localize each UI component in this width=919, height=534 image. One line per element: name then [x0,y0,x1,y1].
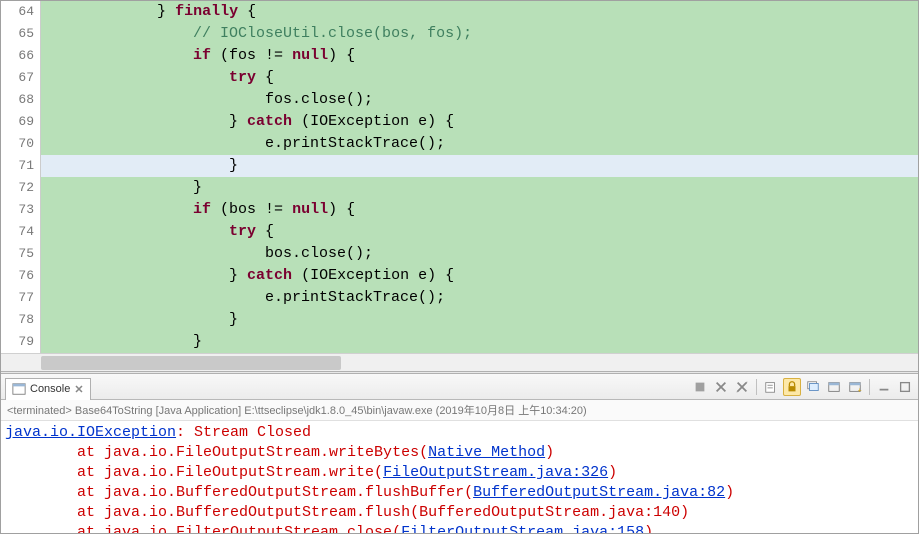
scroll-lock-icon[interactable] [783,378,801,396]
console-tab-label: Console [30,383,70,395]
line-number: 75 [1,243,34,265]
console-line: at java.io.BufferedOutputStream.flushBuf… [5,483,914,503]
console-line: at java.io.FilterOutputStream.close(Filt… [5,523,914,533]
code-line[interactable]: } [41,177,918,199]
stack-trace-link[interactable]: FilterOutputStream.java:158 [401,524,644,533]
console-tab[interactable]: Console ✕ [5,378,91,400]
stack-trace-link[interactable]: Native Method [428,444,545,461]
line-number: 72 [1,177,34,199]
line-number: 65 [1,23,34,45]
stack-trace-link[interactable]: java.io.IOException [5,424,176,441]
line-number: 71 [1,155,34,177]
stack-trace-link[interactable]: FileOutputStream.java:326 [383,464,608,481]
pin-console-icon[interactable] [804,378,822,396]
line-number: 74 [1,221,34,243]
console-output[interactable]: java.io.IOException: Stream Closed at ja… [1,421,918,533]
code-line[interactable]: } [41,155,918,177]
code-line[interactable]: if (bos != null) { [41,199,918,221]
code-line[interactable]: } finally { [41,1,918,23]
code-line[interactable]: try { [41,221,918,243]
clear-console-icon[interactable] [762,378,780,396]
line-number-gutter: 64656667686970717273747576777879 [1,1,41,353]
horizontal-scrollbar[interactable] [1,353,918,371]
code-line[interactable]: e.printStackTrace(); [41,287,918,309]
line-number: 67 [1,67,34,89]
minimize-icon[interactable] [875,378,893,396]
line-number: 64 [1,1,34,23]
line-number: 68 [1,89,34,111]
remove-all-icon[interactable] [712,378,730,396]
maximize-icon[interactable] [896,378,914,396]
svg-text:+: + [858,387,862,394]
line-number: 76 [1,265,34,287]
line-number: 73 [1,199,34,221]
separator [756,379,757,395]
stack-trace-link[interactable]: BufferedOutputStream.java:82 [473,484,725,501]
code-line[interactable]: } catch (IOException e) { [41,265,918,287]
line-number: 79 [1,331,34,353]
console-line: java.io.IOException: Stream Closed [5,423,914,443]
remove-launch-icon[interactable] [733,378,751,396]
code-content[interactable]: } finally { // IOCloseUtil.close(bos, fo… [41,1,918,353]
console-icon [12,382,26,396]
code-line[interactable]: // IOCloseUtil.close(bos, fos); [41,23,918,45]
line-number: 78 [1,309,34,331]
separator [869,379,870,395]
open-console-icon[interactable]: + [846,378,864,396]
code-line[interactable]: } [41,331,918,353]
code-line[interactable]: } [41,309,918,331]
code-line[interactable]: fos.close(); [41,89,918,111]
code-line[interactable]: e.printStackTrace(); [41,133,918,155]
console-line: at java.io.FileOutputStream.write(FileOu… [5,463,914,483]
close-icon[interactable]: ✕ [74,383,83,396]
code-line[interactable]: try { [41,67,918,89]
display-selected-icon[interactable] [825,378,843,396]
scroll-thumb[interactable] [41,356,341,370]
code-line[interactable]: if (fos != null) { [41,45,918,67]
console-line: at java.io.FileOutputStream.writeBytes(N… [5,443,914,463]
line-number: 70 [1,133,34,155]
code-editor: 64656667686970717273747576777879 } final… [1,1,918,371]
code-line[interactable]: bos.close(); [41,243,918,265]
terminate-icon[interactable] [691,378,709,396]
console-status-line: <terminated> Base64ToString [Java Applic… [1,400,918,421]
console-tab-bar: Console ✕ + [1,374,918,400]
line-number: 66 [1,45,34,67]
line-number: 77 [1,287,34,309]
console-line: at java.io.BufferedOutputStream.flush(Bu… [5,503,914,523]
line-number: 69 [1,111,34,133]
code-line[interactable]: } catch (IOException e) { [41,111,918,133]
